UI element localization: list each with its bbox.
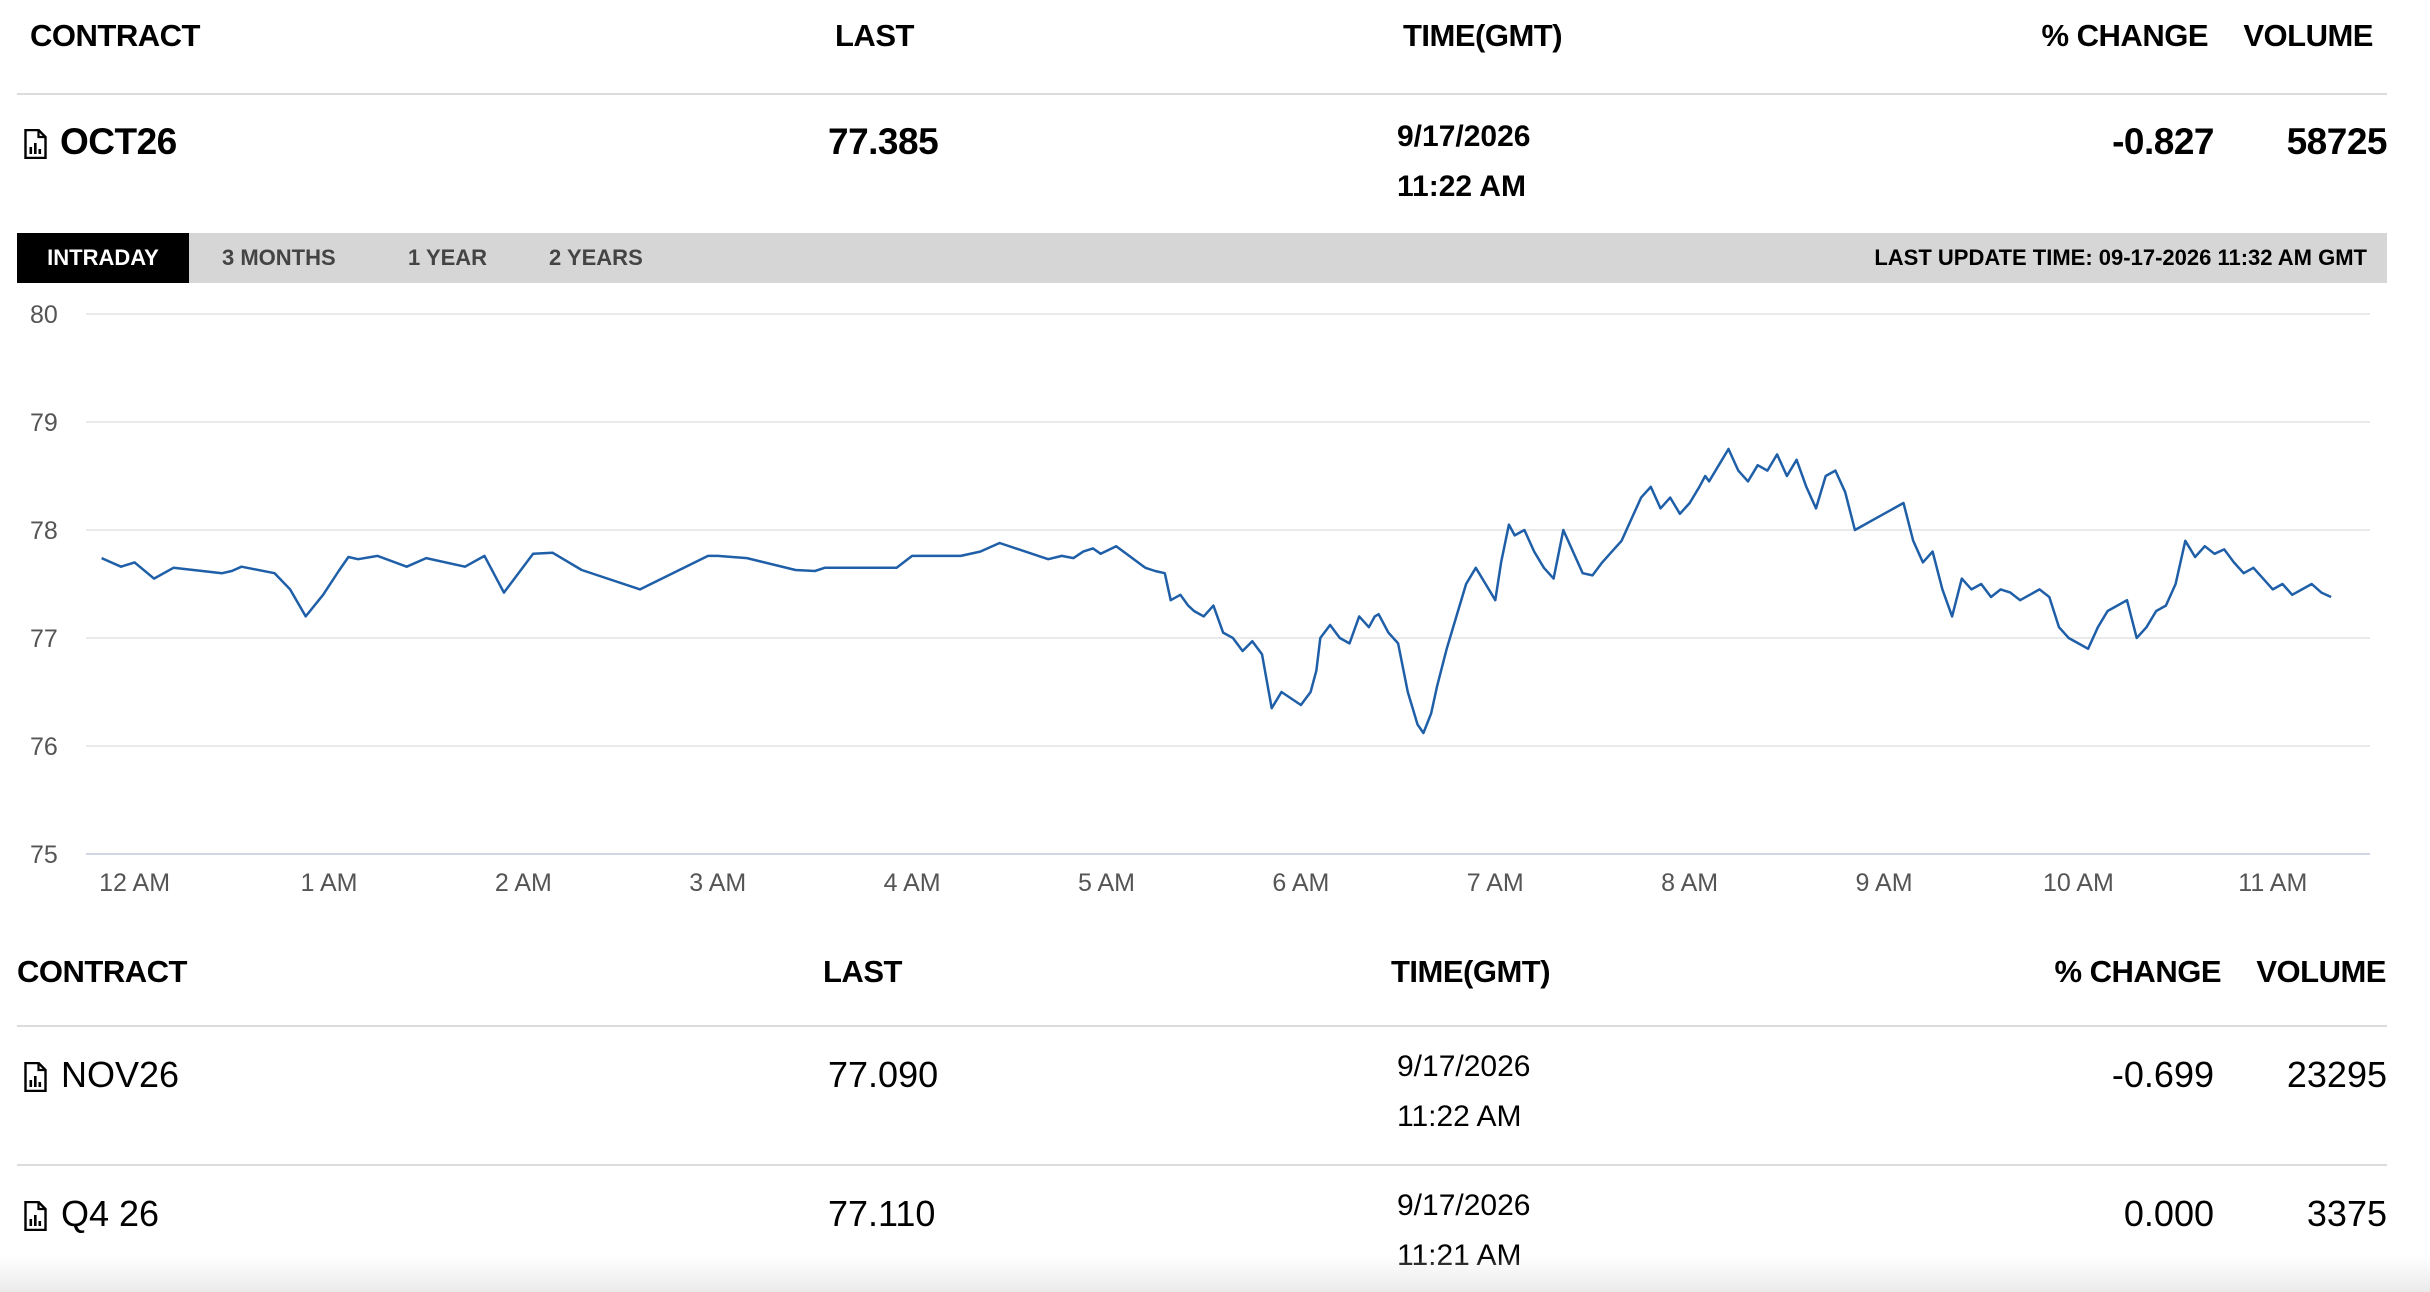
main-percent-change: -0.827 [2112,121,2214,162]
tab-2-years[interactable]: 2 YEARS [549,233,643,283]
col-header-contract: CONTRACT [30,18,200,53]
main-time: 11:22 AM [1397,170,1526,203]
col-header-time: TIME(GMT) [1403,18,1563,53]
row-volume: 3375 [2306,1193,2387,1234]
row-divider [17,1164,2387,1166]
header-divider [17,93,2387,95]
row-percent-change: 0.000 [2123,1193,2214,1234]
row-time: 11:22 AM [1397,1100,1522,1133]
tab-3-months[interactable]: 3 MONTHS [222,233,336,283]
col-header-change: % CHANGE [2041,18,2208,53]
y-tick-label: 80 [30,301,58,329]
row-volume: 23295 [2286,1054,2387,1095]
sub-col-header-time: TIME(GMT) [1391,954,1551,989]
sub-col-header-last: LAST [823,954,902,989]
main-volume: 58725 [2286,121,2388,162]
x-tick-label: 9 AM [1856,869,1913,897]
y-tick-label: 77 [30,625,58,653]
bottom-fade [0,1256,2430,1292]
x-tick-label: 1 AM [300,869,357,897]
tab-intraday[interactable]: INTRADAY [17,233,189,283]
document-chart-icon[interactable] [23,129,48,159]
intraday-price-chart: 80 79 78 77 76 75 12 AM 1 AM 2 AM 3 AM 4 AM 5 AM 6 A… [30,290,2370,897]
sub-header-divider [17,1025,2387,1027]
x-tick-label: 12 AM [99,869,170,897]
last-update-time: LAST UPDATE TIME: 09-17-2026 11:32 AM GM… [1874,245,2367,270]
tab-1-year[interactable]: 1 YEAR [408,233,487,283]
x-tick-label: 2 AM [495,869,552,897]
sub-col-header-volume: VOLUME [2256,954,2386,989]
row-percent-change: -0.699 [2111,1054,2214,1095]
row-contract-name[interactable]: Q4 26 [61,1193,159,1235]
main-date: 9/17/2026 [1397,120,1531,153]
price-series-line [101,447,2332,735]
row-last-price: 77.110 [828,1193,936,1234]
x-tick-label: 8 AM [1661,869,1718,897]
x-tick-label: 11 AM [2238,869,2307,897]
y-tick-label: 76 [30,733,58,761]
chart-range-tabbar: INTRADAY 3 MONTHS 1 YEAR 2 YEARS LAST UP… [17,233,2387,283]
x-tick-label: 10 AM [2043,869,2114,897]
sub-col-header-change: % CHANGE [2054,954,2221,989]
row-last-price: 77.090 [828,1054,939,1095]
x-tick-label: 5 AM [1078,869,1135,897]
y-tick-label: 79 [30,409,58,437]
row-date: 9/17/2026 [1397,1050,1531,1083]
x-tick-label: 3 AM [689,869,746,897]
y-tick-label: 78 [30,517,58,545]
col-header-volume: VOLUME [2243,18,2373,53]
document-chart-icon[interactable] [23,1201,48,1231]
main-contract-name[interactable]: OCT26 [60,121,177,163]
row-date: 9/17/2026 [1397,1189,1531,1222]
x-tick-label: 7 AM [1467,869,1524,897]
row-contract-name[interactable]: NOV26 [61,1054,179,1096]
main-last-price: 77.385 [828,121,939,162]
document-chart-icon[interactable] [23,1062,48,1092]
sub-col-header-contract: CONTRACT [17,954,187,989]
x-tick-label: 4 AM [884,869,941,897]
x-tick-label: 6 AM [1272,869,1329,897]
y-tick-label: 75 [30,841,58,869]
col-header-last: LAST [835,18,914,53]
